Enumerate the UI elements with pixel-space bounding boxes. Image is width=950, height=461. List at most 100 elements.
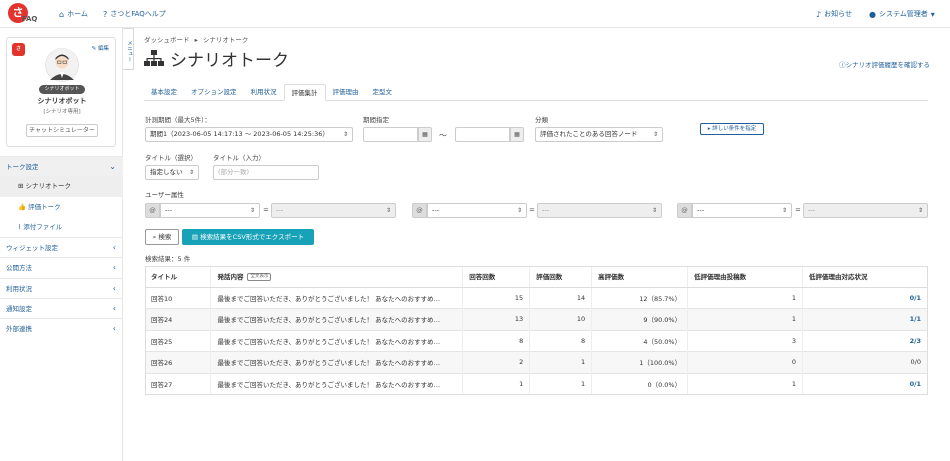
page-title-text: シナリオトーク — [170, 51, 289, 71]
search-button[interactable]: ⌕ 検索 — [145, 229, 179, 245]
chevron-left-icon: ‹ — [112, 243, 116, 253]
cell-low-reason-status: 0/0 — [802, 351, 928, 373]
title-input-label: タイトル（入力） — [213, 154, 265, 162]
nav-help-label: さつとFAQヘルプ — [110, 10, 166, 18]
user-attr-2-value: --- — [432, 206, 440, 214]
cell-low-reason-status-link[interactable]: 0/1 — [802, 372, 928, 395]
user-attr-1-value-select[interactable]: --- ⇕ — [271, 203, 396, 218]
cell-low-reason-status-link[interactable]: 0/1 — [802, 286, 928, 309]
period-select[interactable]: 期間1（2023-06-05 14:17:13 〜 2023-06-05 14:… — [145, 127, 353, 142]
category-select[interactable]: 評価されたことのある回答ノード ⇕ — [535, 127, 663, 142]
app-logo[interactable]: さ FAQ — [8, 3, 42, 25]
at-icon: @ — [412, 203, 427, 218]
col-low-reason-posts[interactable]: 低評価理由投稿数 — [687, 266, 804, 288]
rating-history-label: シナリオ評価履歴を確認する — [845, 61, 931, 69]
notice-link[interactable]: ♪ お知らせ — [816, 9, 852, 19]
cell-low-reason-posts: 3 — [687, 329, 804, 352]
breadcrumb-sep: ▸ — [194, 36, 198, 44]
col-low-reason-status[interactable]: 低評価理由対応状況 — [802, 266, 928, 288]
sidebar-item-rating-talk[interactable]: 👍 評価トーク — [0, 197, 123, 217]
col-utterance-label: 発話内容 — [217, 273, 244, 282]
range-end-input[interactable] — [455, 127, 510, 142]
sidebar: さ ✎ 編集 シナリオボット シナリオボット [シナリオ専用] チャットシミュレ… — [0, 28, 123, 461]
cell-answers: 13 — [462, 308, 531, 330]
select-arrow-icon: ⇕ — [917, 207, 923, 214]
select-arrow-icon: ⇕ — [516, 207, 522, 214]
at-icon: @ — [145, 203, 160, 218]
table-row: 回答27 最後までご回答いただき、ありがとうございました！ あなたへのおすすめ…… — [145, 372, 928, 395]
sidebar-item-integration[interactable]: 外部連携 ‹ — [0, 318, 123, 338]
bell-icon: ♪ — [816, 9, 822, 19]
detail-conditions-button[interactable]: ▸ 詳しい条件を指定 — [700, 123, 764, 135]
cell-low-reason-status-link[interactable]: 1/1 — [802, 308, 928, 330]
col-answers[interactable]: 回答回数 — [462, 266, 531, 288]
title-input[interactable]: (部分一致) — [213, 165, 319, 180]
nav-help-link[interactable]: ? さつとFAQヘルプ — [103, 9, 166, 19]
attr-1-eq: = — [263, 206, 269, 214]
col-title[interactable]: タイトル — [145, 266, 212, 288]
sidebar-item-widget-settings[interactable]: ウィジェット設定 ‹ — [0, 237, 123, 257]
user-attr-2-value-text: --- — [542, 206, 550, 214]
user-attr-3-value-text: --- — [808, 206, 816, 214]
select-arrow-icon: ⇕ — [249, 207, 255, 214]
cell-low-reason-posts: 1 — [687, 308, 804, 330]
col-ratings[interactable]: 評価回数 — [529, 266, 593, 288]
table-header-row: タイトル 発話内容 全文表示 回答回数 評価回数 高評価数 低評価理由投稿数 低評… — [145, 266, 928, 288]
sidebar-item-attachments[interactable]: ⌇ 添付ファイル — [0, 217, 123, 237]
title-select-value: 指定しない — [150, 168, 183, 176]
select-arrow-icon: ⇕ — [385, 207, 391, 214]
user-attr-2-value-select[interactable]: --- ⇕ — [537, 203, 662, 218]
menu-toggle-label: メニュー — [126, 39, 132, 62]
cell-answers: 1 — [462, 372, 531, 395]
cell-utterance: 最後までご回答いただき、ありがとうございました！ あなたへのおすすめ… — [210, 372, 464, 395]
user-attr-label: ユーザー属性 — [145, 191, 184, 199]
cell-low-reason-status-link[interactable]: 2/3 — [802, 329, 928, 352]
tab-option-settings[interactable]: オプション設定 — [184, 84, 244, 101]
title-select[interactable]: 指定しない ⇕ — [145, 165, 199, 180]
calendar-icon[interactable]: ▦ — [510, 127, 524, 142]
table-row: 回答25 最後までご回答いただき、ありがとうございました！ あなたへのおすすめ…… — [145, 329, 928, 352]
sitemap-icon — [144, 50, 164, 66]
home-icon: ⌂ — [59, 9, 65, 19]
range-start-input[interactable] — [363, 127, 418, 142]
cell-answers: 2 — [462, 351, 531, 373]
breadcrumb-root[interactable]: ダッシュボード — [144, 36, 190, 44]
select-arrow-icon: ⇕ — [652, 131, 658, 138]
chat-simulator-button[interactable]: チャットシミュレーター — [26, 124, 98, 137]
col-high-ratings[interactable]: 高評価数 — [591, 266, 689, 288]
cell-high-ratings: 1（100.0%） — [591, 351, 689, 373]
user-attr-3-value-select[interactable]: --- ⇕ — [803, 203, 928, 218]
user-attr-2-select[interactable]: --- ⇕ — [427, 203, 527, 218]
sidebar-item-publish[interactable]: 公開方法 ‹ — [0, 257, 123, 277]
page-title: シナリオトーク — [144, 46, 289, 71]
cell-high-ratings: 0（0.0%） — [591, 372, 689, 395]
pencil-icon: ✎ — [91, 46, 97, 52]
chevron-left-icon: ‹ — [112, 283, 116, 293]
tab-templates[interactable]: 定型文 — [366, 84, 400, 101]
user-attr-3-value: --- — [697, 206, 705, 214]
bot-edit-label: 編集 — [97, 46, 109, 52]
title-select-label: タイトル（選択） — [145, 154, 197, 162]
sidebar-item-talk-settings[interactable]: トーク設定 ⌄ — [0, 156, 123, 177]
result-count: 検索結果：5 件 — [145, 255, 191, 263]
full-text-toggle[interactable]: 全文表示 — [247, 273, 272, 282]
range-separator: 〜 — [439, 131, 447, 140]
rating-history-link[interactable]: ⓘシナリオ評価履歴を確認する — [839, 59, 930, 69]
export-csv-button[interactable]: ▤ 検索結果をCSV形式でエクスポート — [182, 229, 314, 245]
user-attr-3-select[interactable]: --- ⇕ — [692, 203, 792, 218]
menu-toggle[interactable]: メニュー — [123, 28, 134, 70]
tab-basic-settings[interactable]: 基本設定 — [144, 84, 184, 101]
tab-rating-reasons[interactable]: 評価理由 — [326, 84, 366, 101]
sidebar-item-notification[interactable]: 通知設定 ‹ — [0, 298, 123, 318]
calendar-icon[interactable]: ▦ — [418, 127, 432, 142]
tab-usage[interactable]: 利用状況 — [244, 84, 284, 101]
bot-edit-link[interactable]: ✎ 編集 — [92, 44, 109, 52]
user-menu[interactable]: ● システム管理者 ▾ — [869, 9, 935, 19]
nav-home-link[interactable]: ⌂ ホーム — [59, 9, 88, 19]
sidebar-item-scenario-talk[interactable]: ⊞ シナリオトーク — [0, 176, 123, 197]
user-attr-1-select[interactable]: --- ⇕ — [160, 203, 260, 218]
search-button-label: 検索 — [158, 233, 172, 241]
sidebar-item-label: 外部連携 — [6, 325, 32, 334]
tab-rating-summary[interactable]: 評価集計 — [283, 84, 326, 101]
sidebar-item-usage[interactable]: 利用状況 ‹ — [0, 277, 123, 298]
